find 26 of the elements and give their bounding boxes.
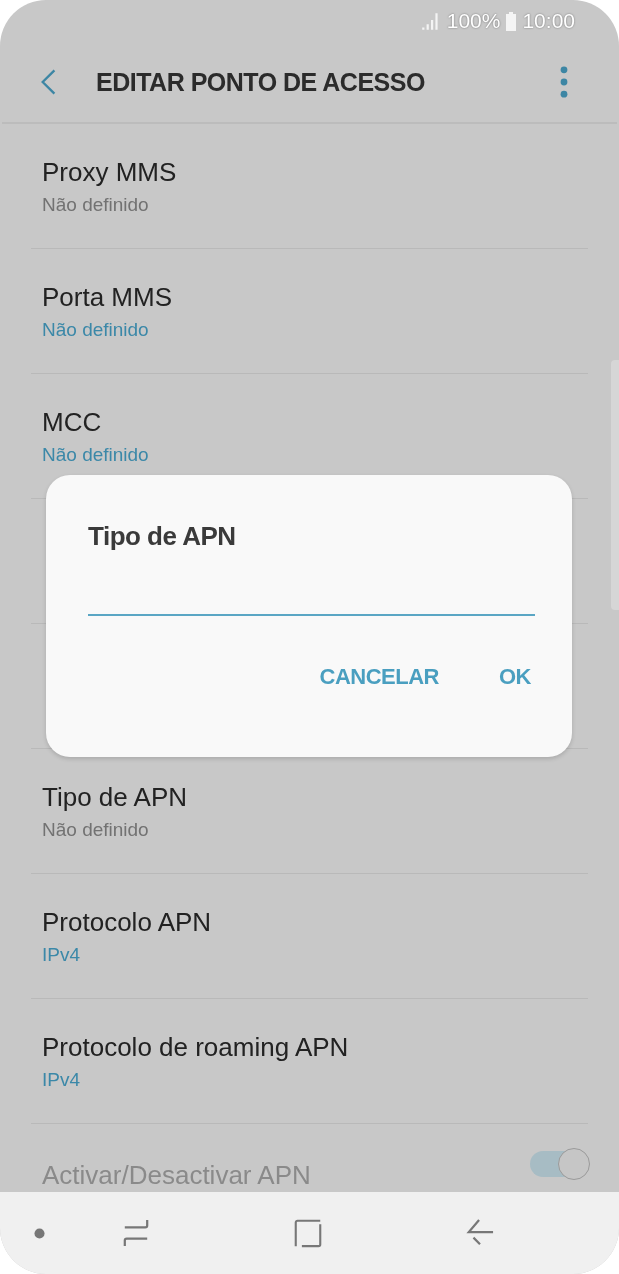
back-icon[interactable]	[40, 68, 58, 96]
page-title: EDITAR PONTO DE ACESSO	[96, 67, 426, 97]
setting-title: Protocolo de roaming APN	[42, 1031, 350, 1063]
setting-item[interactable]: Protocolo de roaming APN IPv4	[31, 999, 588, 1124]
setting-item[interactable]: Proxy MMS Não definido	[31, 124, 588, 249]
home-icon[interactable]	[294, 1218, 322, 1248]
setting-value: Não definido	[42, 193, 150, 216]
dialog-title: Tipo de APN	[88, 521, 237, 552]
setting-title: Activar/Desactivar APN	[42, 1160, 311, 1191]
dot-icon[interactable]	[34, 1227, 45, 1239]
setting-item[interactable]: Porta MMS Não definido	[31, 249, 588, 374]
battery-icon	[505, 11, 518, 31]
setting-title: Porta MMS	[42, 281, 174, 313]
setting-value: IPv4	[42, 943, 82, 966]
setting-value: Não definido	[42, 318, 150, 341]
back-icon[interactable]	[466, 1218, 494, 1248]
setting-value: Não definido	[42, 443, 150, 466]
setting-title: Tipo de APN	[42, 781, 188, 813]
setting-value: IPv4	[42, 1068, 82, 1091]
setting-item[interactable]: Protocolo APN IPv4	[31, 874, 588, 999]
recent-apps-icon[interactable]	[122, 1218, 150, 1248]
setting-title: Proxy MMS	[42, 156, 178, 188]
more-options-icon[interactable]	[559, 66, 569, 98]
setting-value: Não definido	[42, 818, 150, 841]
setting-title: Protocolo APN	[42, 906, 213, 938]
setting-title: MCC	[42, 406, 103, 438]
